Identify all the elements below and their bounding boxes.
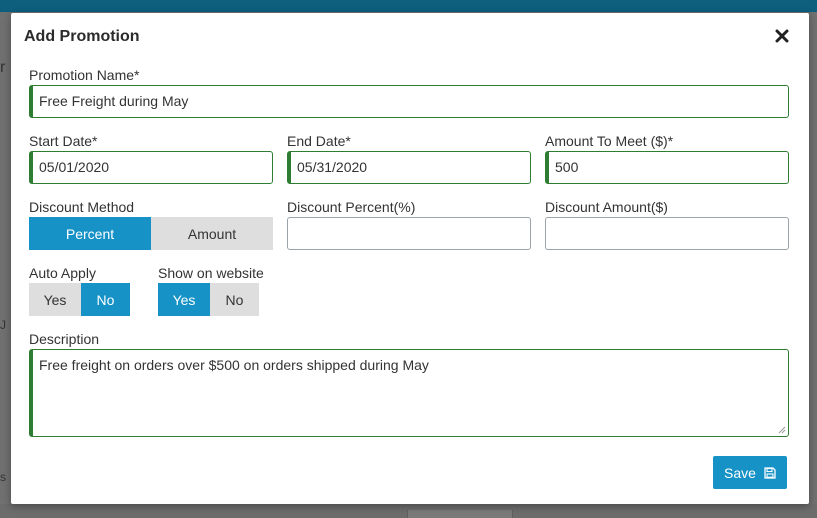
auto-apply-yes-option[interactable]: Yes xyxy=(29,283,81,316)
background-text-fragment: J xyxy=(0,318,6,332)
save-button-label: Save xyxy=(724,464,756,481)
discount-amount-input[interactable] xyxy=(545,217,789,250)
discount-percent-input[interactable] xyxy=(287,217,531,250)
show-on-website-yes-option[interactable]: Yes xyxy=(158,283,210,316)
discount-percent-label: Discount Percent(%) xyxy=(287,199,416,215)
background-table-cell xyxy=(407,510,513,518)
background-table-strip xyxy=(0,504,817,518)
discount-method-percent-option[interactable]: Percent xyxy=(29,217,151,250)
auto-apply-toggle: Yes No xyxy=(29,283,130,316)
description-label: Description xyxy=(29,331,100,347)
auto-apply-no-option[interactable]: No xyxy=(81,283,130,316)
amount-to-meet-label: Amount To Meet ($)* xyxy=(545,133,674,149)
discount-method-label: Discount Method xyxy=(29,199,135,215)
end-date-label: End Date* xyxy=(287,133,351,149)
show-on-website-label: Show on website xyxy=(158,265,264,281)
add-promotion-modal: Add Promotion Promotion Name* Free Freig… xyxy=(11,13,809,504)
background-text-fragment: r xyxy=(0,59,6,76)
app-header-bar xyxy=(0,0,817,12)
promotion-name-label: Promotion Name* xyxy=(29,67,140,83)
start-date-label: Start Date* xyxy=(29,133,98,149)
save-button[interactable]: Save xyxy=(713,456,787,489)
start-date-input[interactable]: 05/01/2020 xyxy=(29,151,273,184)
show-on-website-toggle: Yes No xyxy=(158,283,259,316)
auto-apply-label: Auto Apply xyxy=(29,265,96,281)
amount-to-meet-input[interactable]: 500 xyxy=(545,151,789,184)
floppy-disk-icon xyxy=(764,466,776,479)
discount-amount-label: Discount Amount($) xyxy=(545,199,668,215)
show-on-website-no-option[interactable]: No xyxy=(210,283,259,316)
close-icon xyxy=(775,29,789,43)
discount-method-amount-option[interactable]: Amount xyxy=(151,217,273,250)
end-date-input[interactable]: 05/31/2020 xyxy=(287,151,531,184)
description-textarea[interactable]: Free freight on orders over $500 on orde… xyxy=(29,349,789,437)
modal-title: Add Promotion xyxy=(24,28,140,45)
description-text: Free freight on orders over $500 on orde… xyxy=(39,357,429,373)
promotion-name-input[interactable]: Free Freight during May xyxy=(29,85,789,118)
background-text-fragment: s xyxy=(0,470,6,484)
resize-handle-icon[interactable] xyxy=(778,426,786,434)
discount-method-toggle: Percent Amount xyxy=(29,217,273,250)
close-button[interactable] xyxy=(775,29,791,45)
